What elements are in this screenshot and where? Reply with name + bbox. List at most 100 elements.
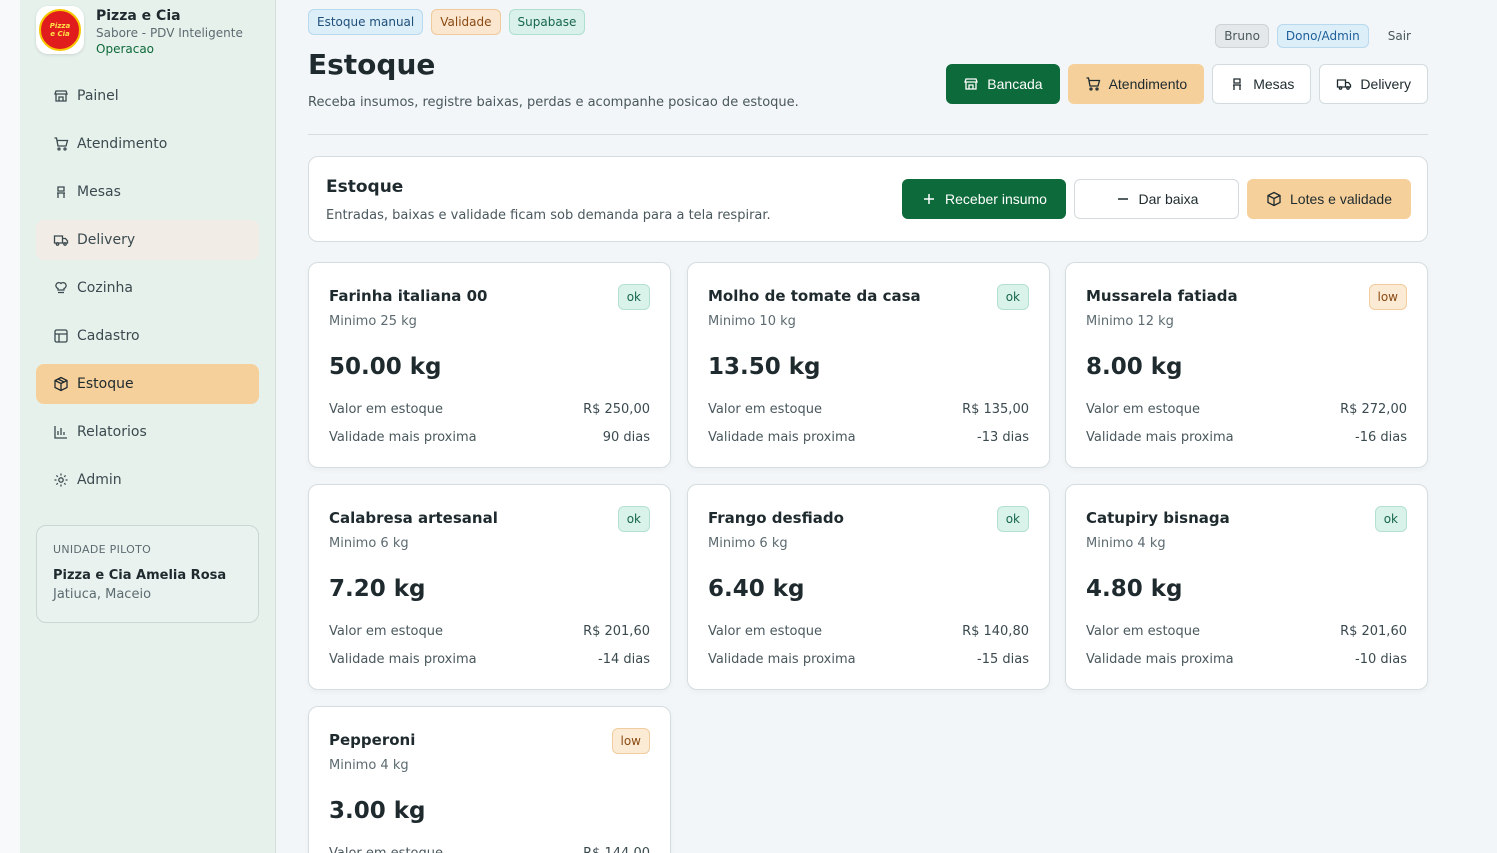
stock-card[interactable]: Pepperoni low Minimo 4 kg 3.00 kg Valor … [308, 706, 671, 853]
store-icon [964, 78, 979, 90]
item-name: Molho de tomate da casa [708, 287, 921, 305]
sidebar-item-label: Mesas [77, 184, 121, 200]
item-expiry: -10 dias [1355, 652, 1407, 667]
store-icon [54, 90, 68, 102]
logout-button[interactable]: Sair [1377, 24, 1428, 48]
withdraw-button[interactable]: Dar baixa [1074, 179, 1239, 219]
status-badge: low [1368, 284, 1407, 310]
expiry-label: Validade mais proxima [1086, 652, 1234, 667]
page-subtitle: Receba insumos, registre baixas, perdas … [308, 95, 799, 110]
item-quantity: 8.00 kg [1086, 354, 1183, 380]
item-value: R$ 272,00 [1340, 402, 1407, 417]
sidebar: Pizza e Cia Pizza e Cia Sabore - PDV Int… [20, 0, 276, 853]
item-quantity: 7.20 kg [329, 576, 426, 602]
sidebar-item-label: Relatorios [77, 424, 147, 440]
panel-subtitle: Entradas, baixas e validade ficam sob de… [326, 208, 771, 223]
sidebar-item-painel[interactable]: Painel [36, 76, 259, 116]
sidebar-item-cadastro[interactable]: Cadastro [36, 316, 259, 356]
sidebar-item-cozinha[interactable]: Cozinha [36, 268, 259, 308]
pilot-unit-card: UNIDADE PILOTO Pizza e Cia Amelia Rosa J… [36, 525, 259, 623]
chair-icon [1233, 78, 1242, 90]
tag-estoque-manual: Estoque manual [308, 9, 424, 35]
status-badge: ok [1374, 506, 1407, 532]
button-label: Delivery [1360, 76, 1411, 92]
button-label: Bancada [987, 76, 1043, 92]
receive-input-button[interactable]: Receber insumo [902, 179, 1066, 219]
item-quantity: 6.40 kg [708, 576, 805, 602]
sidebar-item-relatorios[interactable]: Relatorios [36, 412, 259, 452]
status-badge: ok [996, 284, 1029, 310]
lots-validity-button[interactable]: Lotes e validade [1247, 179, 1411, 219]
stock-card[interactable]: Frango desfiado ok Minimo 6 kg 6.40 kg V… [687, 484, 1050, 690]
delivery-button[interactable]: Delivery [1319, 64, 1428, 104]
button-label: Mesas [1253, 76, 1295, 92]
item-minimum: Minimo 4 kg [329, 758, 409, 773]
item-value: R$ 140,80 [962, 624, 1029, 639]
sidebar-item-mesas[interactable]: Mesas [36, 172, 259, 212]
item-expiry: -15 dias [977, 652, 1029, 667]
item-name: Catupiry bisnaga [1086, 509, 1230, 527]
item-name: Frango desfiado [708, 509, 844, 527]
stock-card[interactable]: Farinha italiana 00 ok Minimo 25 kg 50.0… [308, 262, 671, 468]
status-badge: ok [996, 506, 1029, 532]
value-label: Valor em estoque [329, 402, 443, 417]
value-label: Valor em estoque [708, 624, 822, 639]
pilot-location: Jatiuca, Maceio [53, 587, 152, 602]
header-tags: Estoque manual Validade Supabase [308, 9, 586, 35]
sidebar-item-label: Estoque [77, 376, 134, 392]
sidebar-item-admin[interactable]: Admin [36, 460, 259, 500]
value-label: Valor em estoque [329, 624, 443, 639]
item-quantity: 13.50 kg [708, 354, 821, 380]
item-name: Pepperoni [329, 731, 416, 749]
item-value: R$ 250,00 [583, 402, 650, 417]
sidebar-item-label: Cozinha [77, 280, 133, 296]
stock-card[interactable]: Catupiry bisnaga ok Minimo 4 kg 4.80 kg … [1065, 484, 1428, 690]
tag-validade: Validade [431, 9, 501, 35]
truck-icon [53, 235, 69, 246]
stock-card[interactable]: Mussarela fatiada low Minimo 12 kg 8.00 … [1065, 262, 1428, 468]
sidebar-item-estoque[interactable]: Estoque [36, 364, 259, 404]
stock-card[interactable]: Molho de tomate da casa ok Minimo 10 kg … [687, 262, 1050, 468]
status-badge: low [611, 728, 650, 754]
expiry-label: Validade mais proxima [708, 652, 856, 667]
value-label: Valor em estoque [329, 845, 443, 853]
item-name: Calabresa artesanal [329, 509, 498, 527]
brand: Pizza e Cia Pizza e Cia Sabore - PDV Int… [36, 6, 243, 57]
user-role-badge: Dono/Admin [1276, 24, 1369, 48]
item-minimum: Minimo 25 kg [329, 314, 417, 329]
item-name: Farinha italiana 00 [329, 287, 488, 305]
atendimento-button[interactable]: Atendimento [1067, 64, 1205, 104]
window-edge [0, 0, 20, 853]
button-label: Lotes e validade [1290, 191, 1392, 207]
sidebar-item-label: Painel [77, 88, 119, 104]
cart-icon [1086, 77, 1100, 91]
expiry-label: Validade mais proxima [1086, 430, 1234, 445]
mesas-button[interactable]: Mesas [1212, 64, 1312, 104]
sidebar-item-delivery[interactable]: Delivery [36, 220, 259, 260]
sidebar-nav: Painel Atendimento Mesas Delivery Cozinh… [36, 76, 259, 508]
minus-icon [1117, 198, 1128, 200]
pilot-label: UNIDADE PILOTO [53, 543, 152, 556]
brand-subtitle: Sabore - PDV Inteligente [96, 26, 243, 40]
item-value: R$ 144,00 [583, 845, 650, 853]
gear-icon [54, 473, 68, 487]
expiry-label: Validade mais proxima [329, 430, 477, 445]
item-expiry: -13 dias [977, 430, 1029, 445]
stock-card[interactable]: Calabresa artesanal ok Minimo 6 kg 7.20 … [308, 484, 671, 690]
user-bar: Bruno Dono/Admin Sair [1215, 24, 1428, 48]
item-quantity: 3.00 kg [329, 798, 426, 824]
item-name: Mussarela fatiada [1086, 287, 1238, 305]
item-expiry: -14 dias [598, 652, 650, 667]
package-icon [54, 376, 68, 392]
brand-logo: Pizza e Cia [36, 6, 84, 54]
sidebar-item-label: Admin [77, 472, 122, 488]
item-minimum: Minimo 10 kg [708, 314, 796, 329]
chef-hat-icon [55, 282, 67, 294]
item-minimum: Minimo 12 kg [1086, 314, 1174, 329]
sidebar-item-label: Atendimento [77, 136, 168, 152]
logo-text-bottom: e Cia [50, 30, 70, 38]
sidebar-item-atendimento[interactable]: Atendimento [36, 124, 259, 164]
bancada-button[interactable]: Bancada [946, 64, 1060, 104]
status-badge: ok [617, 284, 650, 310]
chair-icon [57, 186, 65, 198]
